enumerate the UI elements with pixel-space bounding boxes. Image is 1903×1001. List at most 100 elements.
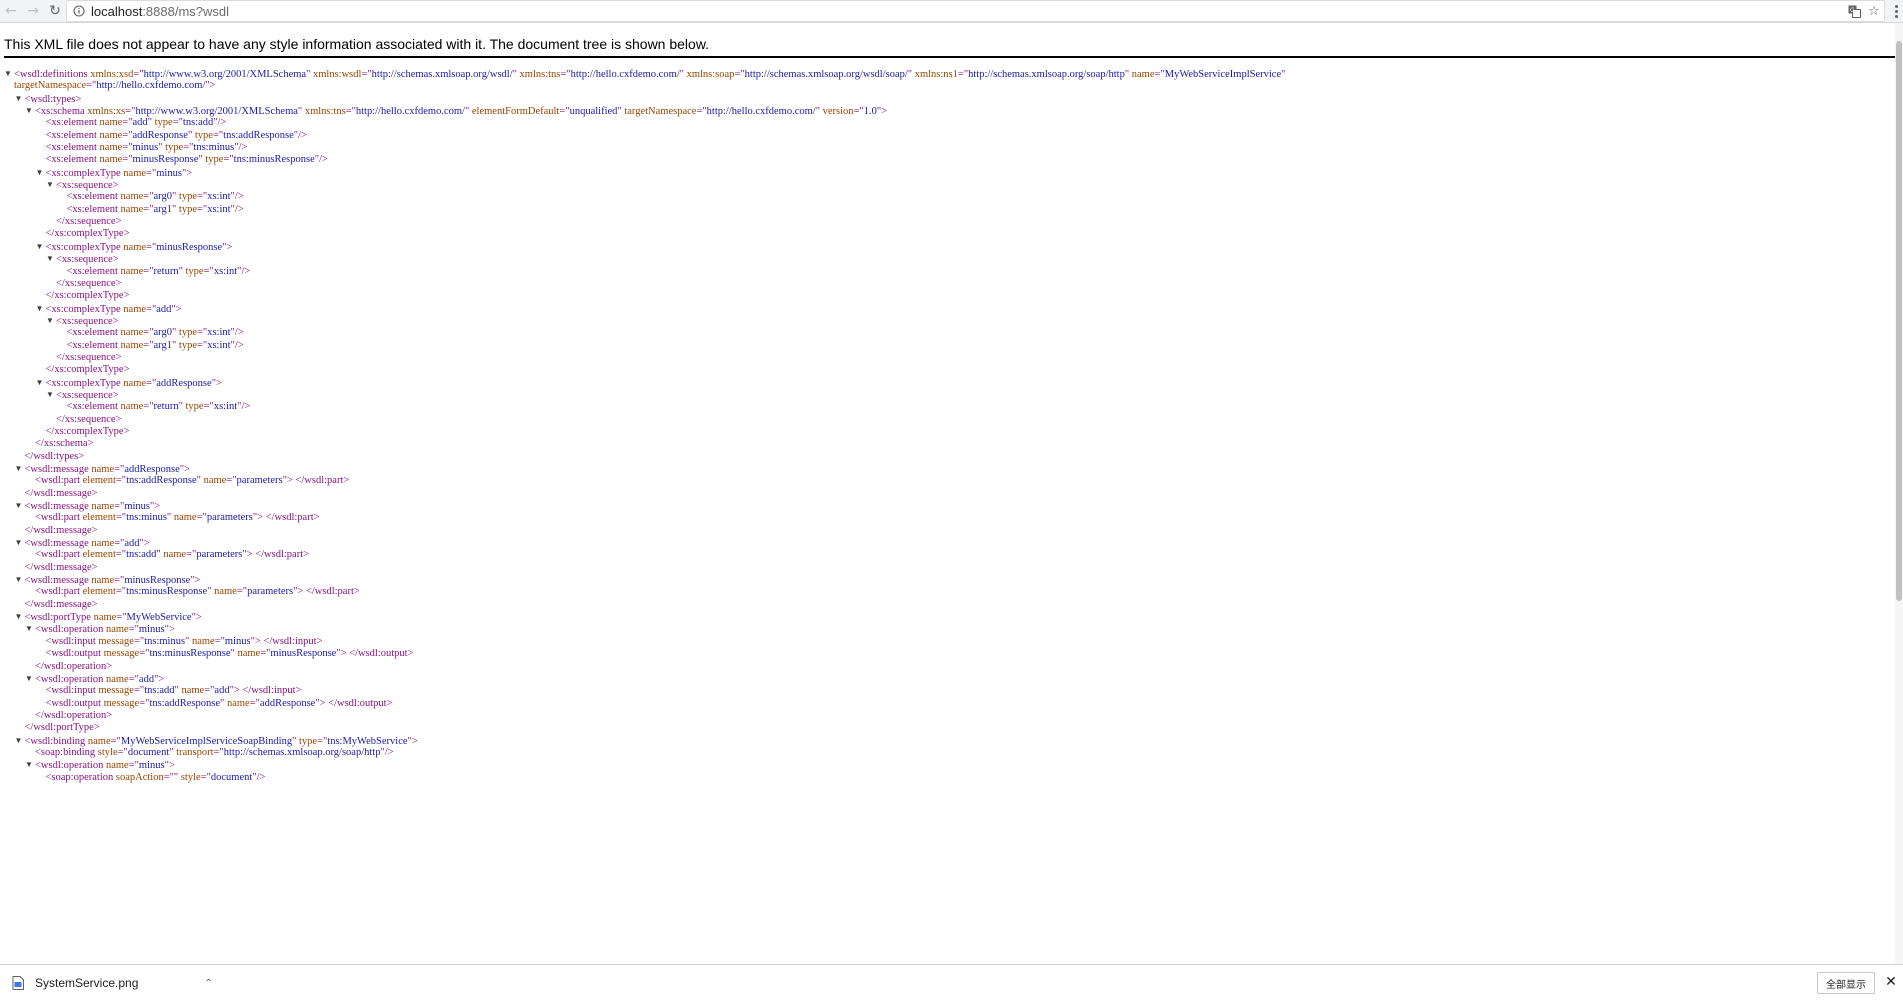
vertical-scrollbar[interactable] [1895, 23, 1903, 964]
xml-tag-token: " [679, 69, 687, 80]
collapse-triangle-icon[interactable]: ▼ [36, 241, 46, 253]
xml-attr-token: element [82, 586, 116, 598]
xml-val-token: minusResponse [270, 648, 337, 660]
download-item[interactable]: SystemService.png ⌃ [0, 965, 213, 1001]
xml-attr-token: name [173, 512, 197, 524]
xml-val-token: add [132, 117, 148, 129]
xml-tag-token: <xs:sequence> [56, 315, 119, 327]
xml-tag-token: " [185, 635, 192, 647]
xml-tag-token: " [292, 735, 299, 747]
close-icon[interactable]: ✕ [1883, 974, 1899, 990]
collapse-triangle-icon[interactable]: ▼ [36, 377, 46, 389]
xml-val-token: arg1 [153, 339, 172, 351]
xml-val-token: http://schemas.xmlsoap.org/soap/http [223, 746, 381, 758]
xml-attr-token: xmlns:soap [686, 69, 735, 80]
forward-arrow-icon[interactable]: → [22, 0, 44, 22]
star-icon[interactable]: ☆ [1864, 1, 1884, 21]
collapse-triangle-icon[interactable]: ▼ [4, 68, 14, 80]
scrollbar-thumb[interactable] [1896, 41, 1902, 601]
xml-val-token: http://hello.cxfdemo.com/ [96, 80, 206, 92]
back-arrow-icon[interactable]: ← [0, 0, 22, 22]
collapse-triangle-icon[interactable]: ▼ [46, 315, 56, 327]
xml-tag-token: " [178, 401, 186, 413]
collapse-triangle-icon[interactable]: ▼ [36, 167, 46, 179]
xml-tag-token: <xs:schema [35, 106, 88, 118]
xml-attr-token: name [99, 154, 123, 166]
xml-tag-token: </wsdl:operation> [35, 709, 113, 721]
address-bar[interactable]: localhost:8888/ms?wsdl G ☆ [66, 0, 1885, 22]
xml-tag-token: <xs:element [66, 401, 121, 413]
collapse-triangle-icon[interactable]: ▼ [25, 673, 35, 685]
reload-icon[interactable]: ↻ [44, 0, 66, 22]
xml-line: ▼ <xs:complexType name="minusResponse"> [4, 241, 1903, 253]
collapse-triangle-icon[interactable]: ▼ [25, 759, 35, 771]
show-all-downloads-button[interactable]: 全部显示 [1817, 972, 1875, 994]
xml-tag-token: <wsdl:message [24, 501, 92, 513]
menu-dots-icon[interactable] [1889, 0, 1903, 22]
xml-line: ▼ <xs:complexType name="minus"> [4, 167, 1903, 179]
collapse-triangle-icon[interactable]: ▼ [15, 463, 25, 475]
xml-tag-token: "/> [252, 771, 266, 783]
xml-attr-token: targetNamespace [14, 80, 87, 92]
xml-val-token: parameters [236, 475, 283, 487]
collapse-triangle-icon[interactable]: ▼ [46, 389, 56, 401]
xml-val-token: http://hello.cxfdemo.com/ [706, 106, 816, 118]
xml-val-token: unqualified [569, 106, 618, 118]
xml-line: <xs:element name="minusResponse" type="t… [4, 154, 1903, 166]
collapse-triangle-icon[interactable]: ▼ [15, 611, 25, 623]
chevron-up-icon[interactable]: ⌃ [204, 978, 212, 989]
xml-tag-token: =" [114, 538, 125, 550]
collapse-triangle-icon[interactable]: ▼ [15, 500, 25, 512]
xml-attr-token: name [120, 339, 144, 351]
xml-tag-token: <wsdl:output [45, 697, 104, 709]
xml-val-token: document [127, 746, 170, 758]
xml-tag-token: "> </wsdl:part> [252, 512, 320, 524]
url-text[interactable]: localhost:8888/ms?wsdl [91, 4, 229, 19]
xml-tag-token: " [147, 117, 155, 129]
xml-attr-token: name [123, 167, 147, 179]
xml-tag-token: =" [114, 501, 125, 513]
xml-line: </xs:complexType> [4, 290, 1903, 302]
info-icon[interactable] [73, 5, 85, 17]
xml-tag-token: <wsdl:operation [35, 673, 106, 685]
xml-line: </xs:sequence> [4, 278, 1903, 290]
xml-val-token: tns:minus [126, 512, 167, 524]
xml-tag-token: =" [196, 327, 208, 339]
url-host: localhost [91, 3, 143, 19]
xml-tag-token: <xs:element [45, 142, 100, 154]
xml-tag-token: =" [183, 142, 194, 154]
xml-tag-token: =" [196, 203, 208, 215]
xml-tag-token: " [171, 203, 179, 215]
collapse-triangle-icon[interactable]: ▼ [15, 574, 25, 586]
xml-attr-token: type [178, 191, 197, 203]
xml-line: targetNamespace="http://hello.cxfdemo.co… [4, 80, 1903, 92]
xml-tag-token: "> [179, 464, 190, 475]
xml-val-token: http://hello.cxfdemo.com/ [570, 69, 680, 80]
xml-tag-token: <xs:sequence> [56, 389, 119, 401]
xml-tag-token: =" [143, 203, 154, 215]
xml-val-token: tns:add [126, 549, 157, 561]
collapse-triangle-icon[interactable]: ▼ [36, 303, 46, 315]
xml-tag-token: =" [361, 69, 372, 80]
xml-line: ▼ <wsdl:portType name="MyWebService"> [4, 611, 1903, 623]
xml-style-notice: This XML file does not appear to have an… [4, 23, 1899, 58]
collapse-triangle-icon[interactable]: ▼ [15, 537, 25, 549]
xml-val-token: add [156, 303, 172, 315]
collapse-triangle-icon[interactable]: ▼ [25, 105, 35, 117]
collapse-triangle-icon[interactable]: ▼ [15, 93, 25, 105]
collapse-triangle-icon[interactable]: ▼ [15, 735, 25, 747]
xml-attr-token: name [120, 401, 144, 413]
collapse-triangle-icon[interactable]: ▼ [46, 179, 56, 191]
xml-tag-token: =" [957, 69, 969, 80]
xml-tag-token: =" [226, 475, 237, 487]
xml-tag-token: " [166, 512, 174, 524]
omnibox-actions: G ☆ [1844, 1, 1884, 21]
xml-tag-token: "/> [230, 327, 244, 339]
xml-attr-token: xmlns:tns [519, 69, 561, 80]
translate-icon[interactable]: G [1844, 1, 1864, 21]
collapse-triangle-icon[interactable]: ▼ [46, 253, 56, 265]
xml-val-token: tns:minus [193, 142, 235, 154]
collapse-triangle-icon[interactable]: ▼ [25, 623, 35, 635]
xml-line: ▼ <wsdl:definitions xmlns:xsd="http://www… [4, 68, 1903, 80]
xml-attr-token: name [120, 265, 144, 277]
